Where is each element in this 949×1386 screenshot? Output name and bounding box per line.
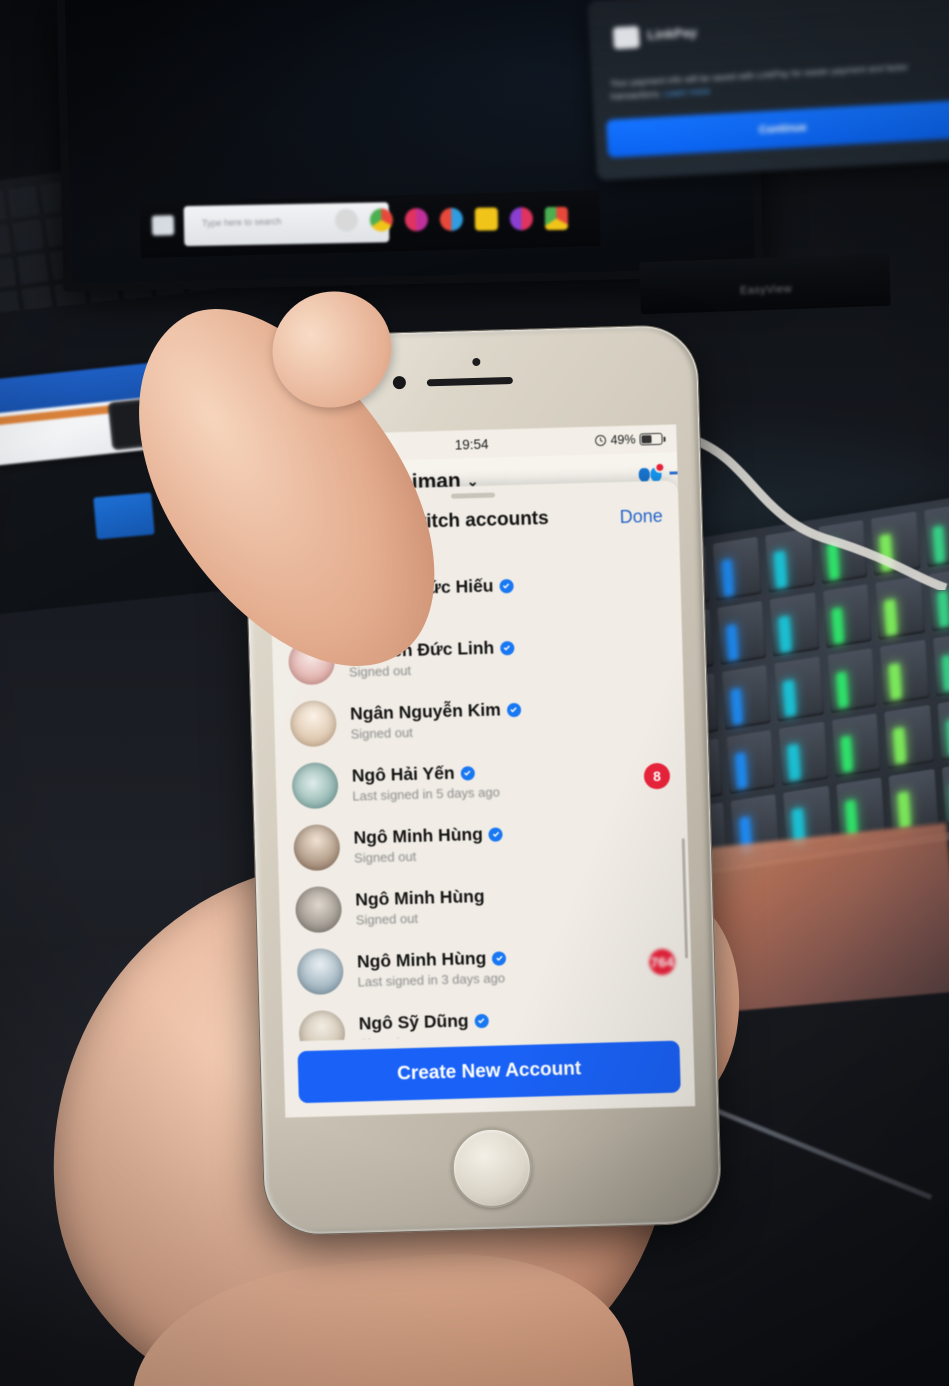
avatar	[294, 885, 343, 934]
background-dialog: LinkPay Your payment info will be saved …	[587, 0, 949, 181]
dialog-app-title: LinkPay	[646, 24, 698, 43]
list-item-text: Ngô Hải Yến Last signed in 5 days ago	[352, 758, 637, 804]
dialog-app-icon	[612, 25, 640, 50]
alarm-icon	[595, 435, 607, 447]
windows-start-icon[interactable]	[151, 215, 175, 236]
list-item[interactable]: Ngô Minh Hùng Signed out	[277, 806, 689, 879]
list-item-text: Ngô Minh Hùng Last signed in 3 days ago	[357, 944, 642, 990]
taskbar-search-placeholder: Type here to search	[201, 216, 282, 229]
unread-count-badge: 764	[648, 948, 676, 976]
taskbar-icon-1[interactable]	[334, 208, 359, 232]
battery-icon	[639, 432, 663, 446]
unread-count-badge: 8	[643, 762, 671, 790]
create-new-account-button[interactable]: Create New Account	[297, 1040, 681, 1104]
avatar	[289, 700, 337, 748]
verified-badge-icon	[499, 578, 514, 593]
avatar	[296, 947, 344, 996]
list-item-text: Ngô Minh Hùng Signed out	[353, 819, 672, 866]
verified-badge-icon	[499, 640, 515, 655]
taskbar-icons	[334, 206, 569, 232]
verified-badge-icon	[488, 826, 503, 842]
avatar	[298, 1009, 346, 1042]
verified-badge-icon	[492, 950, 507, 966]
verified-badge-icon	[460, 765, 475, 781]
verified-badge-icon	[506, 702, 521, 717]
list-item[interactable]: Ngô Minh Hùng Last signed in 3 days ago 76…	[280, 930, 692, 1003]
taskbar-icon-6[interactable]	[509, 207, 534, 231]
list-item[interactable]: Ngô Hải Yến Last signed in 5 days ago 8	[275, 744, 687, 817]
photo-scene: EasyView LinkPay Your payment info will …	[0, 0, 949, 1386]
people-badge-dot	[654, 461, 666, 474]
list-item-text: Ngân Nguyễn Kim Signed out	[350, 695, 669, 742]
avatar	[293, 823, 341, 872]
taskbar-icon-7[interactable]	[544, 206, 569, 231]
sheet-footer: Create New Account	[283, 1030, 696, 1118]
intel-core-sticker	[93, 492, 155, 540]
done-button[interactable]: Done	[619, 505, 663, 527]
list-item[interactable]: Ngân Nguyễn Kim Signed out	[274, 682, 686, 755]
taskbar-icon-4[interactable]	[439, 207, 464, 231]
battery-percent-label: 49%	[610, 432, 636, 448]
dialog-learn-more-link[interactable]: Learn more	[664, 86, 711, 99]
list-item[interactable]: Ngô Minh Hùng Signed out	[279, 868, 691, 941]
taskbar-icon-3[interactable]	[404, 208, 429, 232]
taskbar-icon-chrome[interactable]	[369, 208, 394, 232]
avatar	[291, 762, 339, 810]
taskbar-icon-5[interactable]	[474, 207, 499, 231]
list-item-text: Ngô Minh Hùng Signed out	[355, 881, 674, 928]
verified-badge-icon	[474, 1013, 489, 1028]
